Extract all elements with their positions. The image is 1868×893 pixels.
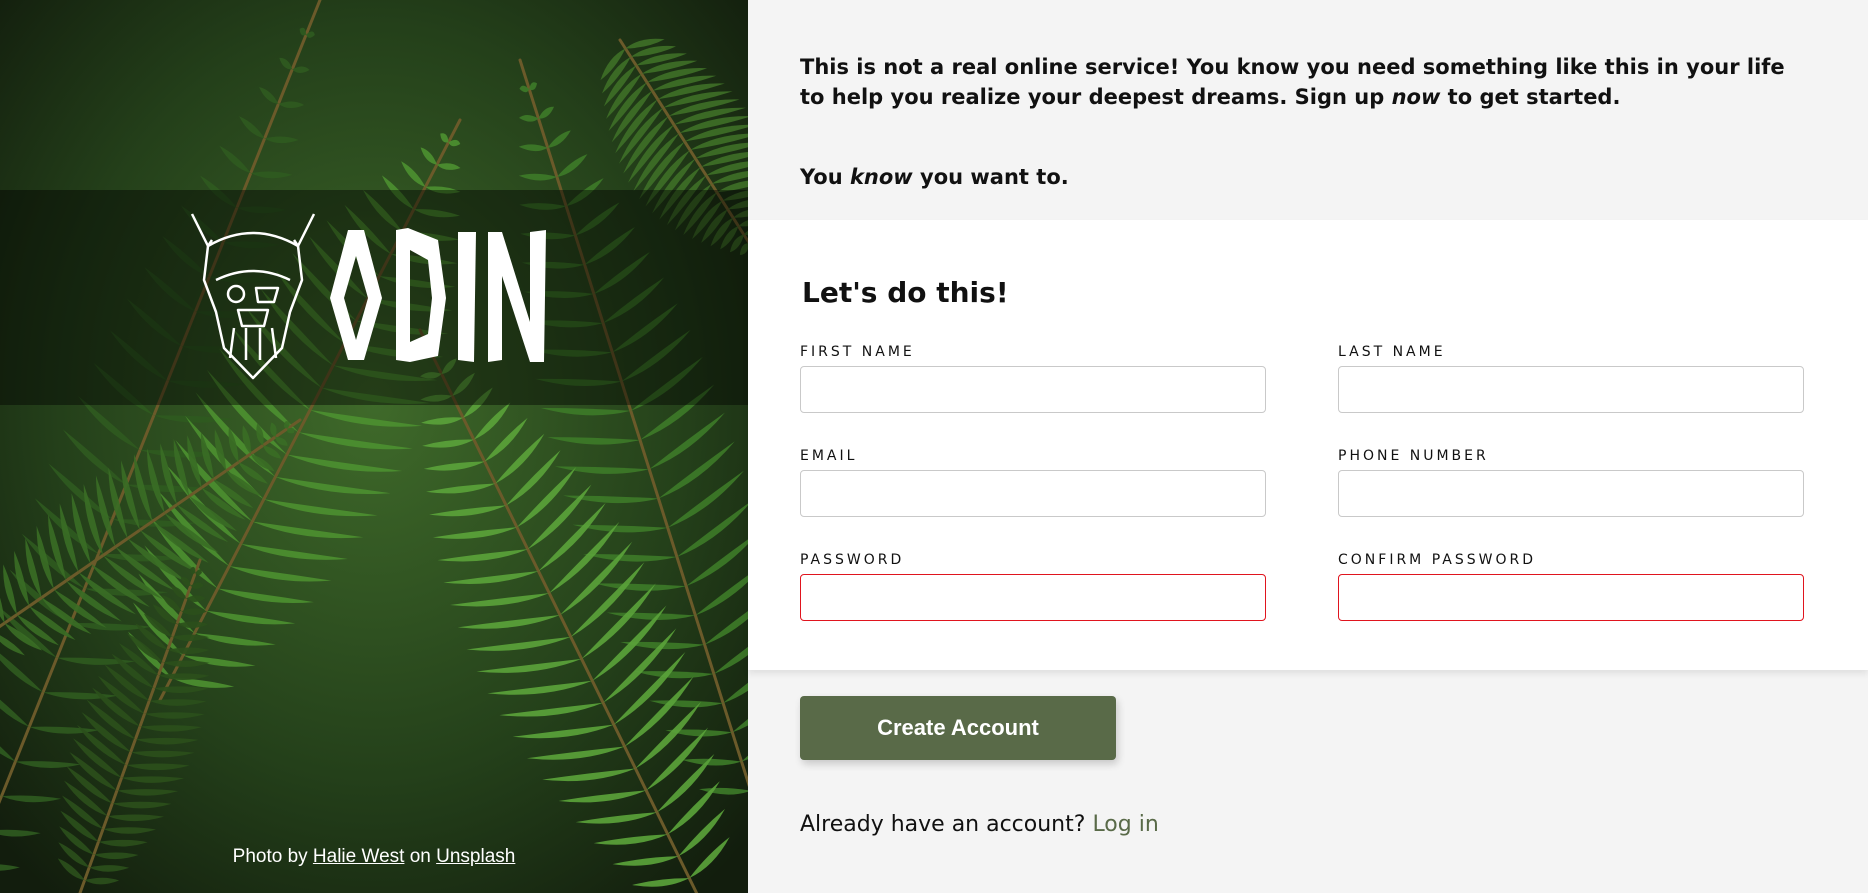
first-name-input[interactable] xyxy=(800,366,1266,413)
credit-middle: on xyxy=(404,846,437,867)
confirm-password-input[interactable] xyxy=(1338,574,1804,621)
photographer-link[interactable]: Halie West xyxy=(313,846,405,867)
confirm-password-label: CONFIRM PASSWORD xyxy=(1338,552,1536,568)
credit-prefix: Photo by xyxy=(232,846,313,867)
password-label: PASSWORD xyxy=(800,552,905,568)
intro-text: This is not a real online service! You k… xyxy=(748,0,1862,192)
first-name-label: FIRST NAME xyxy=(800,344,915,360)
form-title: Let's do this! xyxy=(802,276,1009,309)
first-name-group: FIRST NAME xyxy=(800,344,1266,413)
signup-form: Let's do this! FIRST NAME LAST NAME EMAI… xyxy=(748,220,1868,670)
login-prompt-text: Already have an account? xyxy=(800,812,1093,837)
email-group: EMAIL xyxy=(800,448,1266,517)
login-prompt: Already have an account? Log in xyxy=(800,812,1159,837)
unsplash-link[interactable]: Unsplash xyxy=(436,846,515,867)
intro-tagline: You know you want to. xyxy=(800,165,1069,189)
password-input[interactable] xyxy=(800,574,1266,621)
phone-input[interactable] xyxy=(1338,470,1804,517)
fern-background-image xyxy=(0,0,748,893)
phone-group: PHONE NUMBER xyxy=(1338,448,1804,517)
hero-panel: Photo by Halie West on Unsplash xyxy=(0,0,748,893)
email-label: EMAIL xyxy=(800,448,858,464)
login-link[interactable]: Log in xyxy=(1092,812,1158,837)
photo-credit: Photo by Halie West on Unsplash xyxy=(0,846,748,868)
intro-paragraph: This is not a real online service! You k… xyxy=(800,55,1785,109)
email-input[interactable] xyxy=(800,470,1266,517)
confirm-password-group: CONFIRM PASSWORD xyxy=(1338,552,1804,621)
phone-label: PHONE NUMBER xyxy=(1338,448,1489,464)
last-name-input[interactable] xyxy=(1338,366,1804,413)
odin-logo xyxy=(190,213,546,380)
signup-panel: This is not a real online service! You k… xyxy=(748,0,1868,893)
last-name-group: LAST NAME xyxy=(1338,344,1804,413)
password-group: PASSWORD xyxy=(800,552,1266,621)
last-name-label: LAST NAME xyxy=(1338,344,1446,360)
create-account-button[interactable]: Create Account xyxy=(800,696,1116,760)
